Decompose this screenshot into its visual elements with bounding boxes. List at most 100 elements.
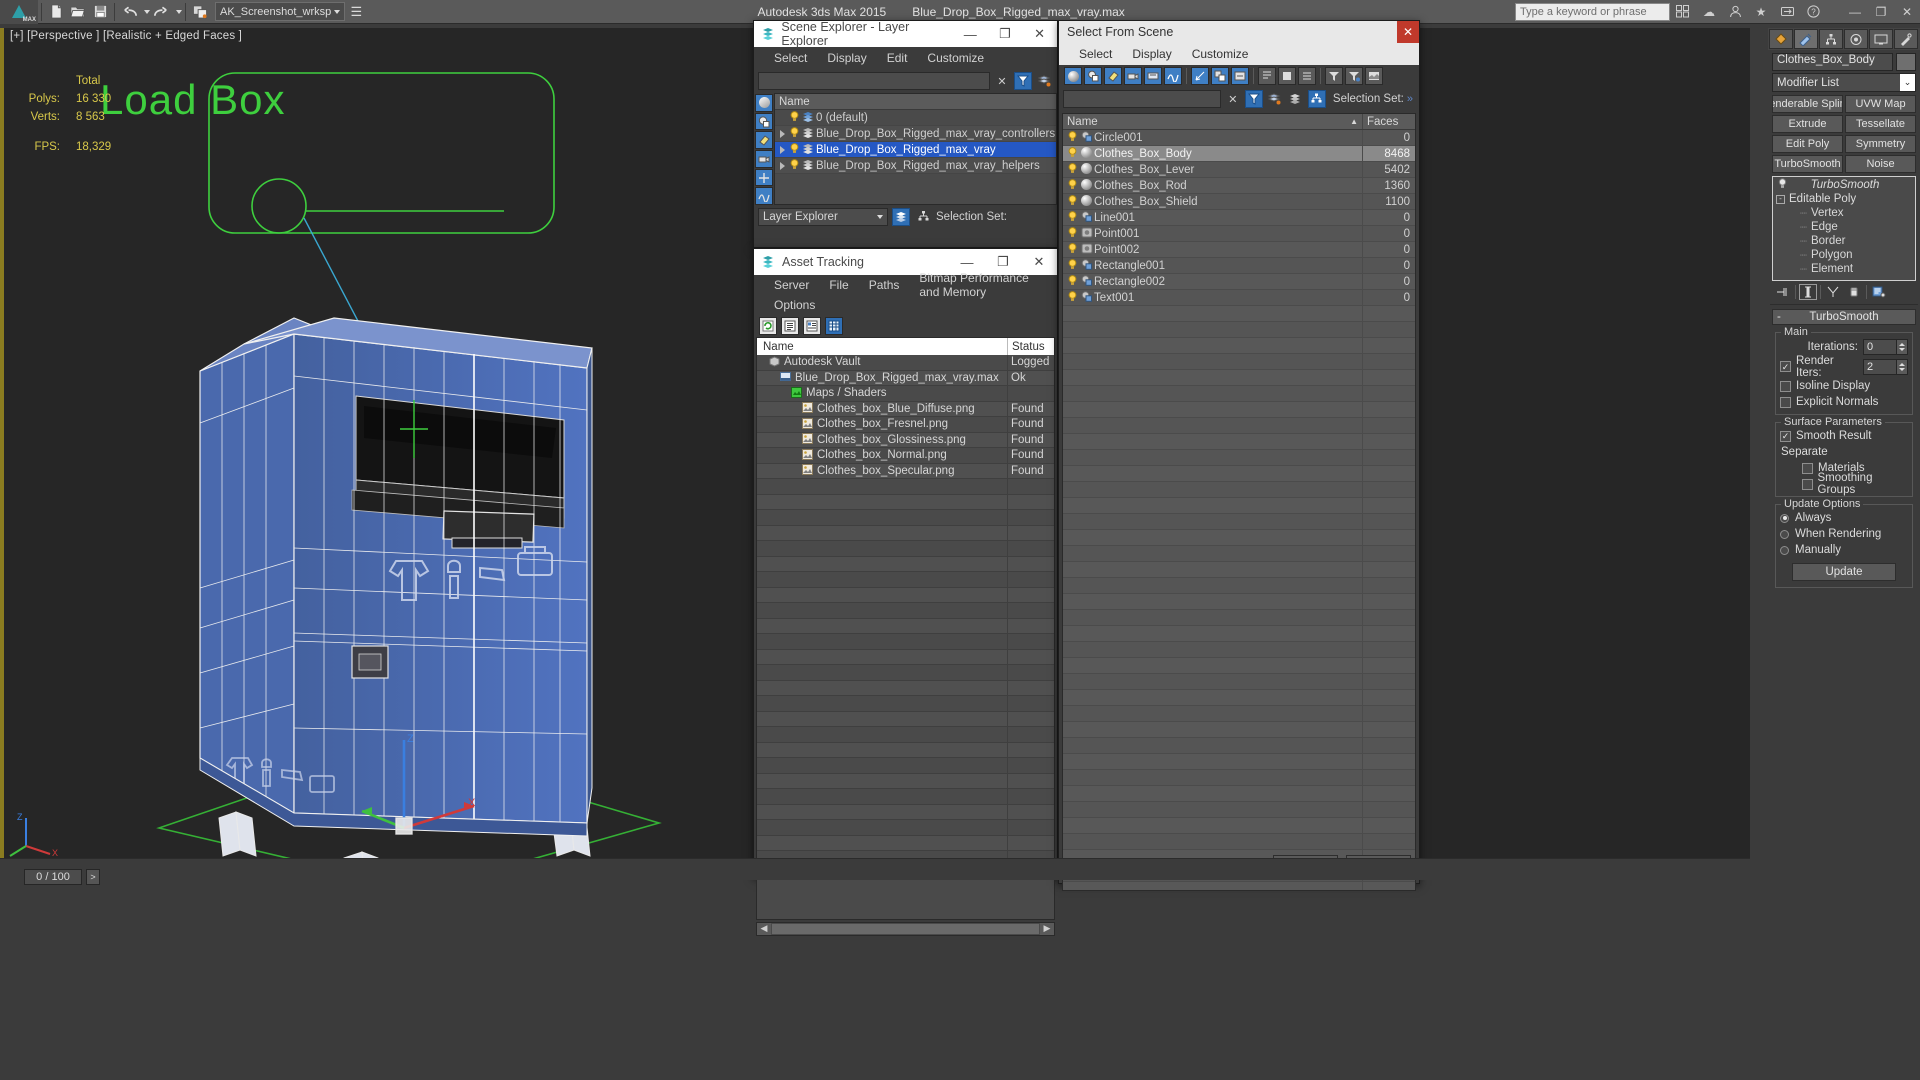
object-visibility-icon[interactable] <box>1066 258 1079 273</box>
clear-search-icon[interactable]: ✕ <box>993 72 1011 90</box>
sfs-filter-settings-icon[interactable] <box>1345 67 1363 85</box>
scene-explorer-titlebar[interactable]: Scene Explorer - Layer Explorer — ❐ ✕ <box>754 20 1057 48</box>
scene-explorer-window[interactable]: Scene Explorer - Layer Explorer — ❐ ✕ Se… <box>753 20 1058 248</box>
layer-row[interactable]: Blue_Drop_Box_Rigged_max_vray <box>775 142 1056 158</box>
modifier-stack-entry[interactable]: ┈ Polygon <box>1774 248 1914 262</box>
scroll-thumb[interactable] <box>772 924 1039 934</box>
sfs-filter-groups-icon[interactable] <box>1211 67 1229 85</box>
modifier-button-tessellate[interactable]: Tessellate <box>1845 115 1916 133</box>
modifier-stack-entry[interactable]: ┈ Vertex <box>1774 206 1914 220</box>
current-frame-value[interactable]: 0 / 100 <box>24 869 82 885</box>
object-visibility-icon[interactable] <box>1066 130 1079 145</box>
menu-file[interactable]: File <box>819 276 858 294</box>
detail-view-icon[interactable] <box>803 317 821 335</box>
render-iters-spinner[interactable]: 2 <box>1863 358 1908 375</box>
grid-icon[interactable] <box>1670 0 1696 24</box>
radio-button[interactable] <box>1780 513 1789 523</box>
sfs-display-children-icon[interactable] <box>1258 67 1276 85</box>
modifier-button-symmetry[interactable]: Symmetry <box>1845 135 1916 153</box>
smooth-result-checkbox[interactable]: ✓ <box>1780 430 1791 442</box>
scene-object-row[interactable]: Circle001 0 <box>1063 130 1415 146</box>
layer-visibility-icon[interactable] <box>788 158 801 173</box>
sfs-filter-geometry-icon[interactable] <box>1064 67 1082 85</box>
asset-row[interactable]: Clothes_box_Fresnel.png Found <box>757 417 1054 433</box>
sfs-col-faces[interactable]: Faces <box>1363 114 1415 129</box>
sfs-display-influences-icon[interactable] <box>1278 67 1296 85</box>
viewport-label[interactable]: [+] [Perspective ] [Realistic + Edged Fa… <box>10 30 242 42</box>
modifier-button-uvw-map[interactable]: UVW Map <box>1845 95 1916 113</box>
render-iters-stepper[interactable] <box>1897 358 1908 375</box>
search-input[interactable]: Type a keyword or phrase <box>1515 2 1670 21</box>
update-option-manually[interactable]: Manually <box>1780 542 1908 558</box>
update-button[interactable]: Update <box>1792 563 1896 581</box>
minimize-window-button[interactable]: — <box>1842 0 1868 24</box>
scene-explorer-close-button[interactable]: ✕ <box>1022 21 1057 47</box>
remove-modifier-icon[interactable] <box>1845 284 1863 300</box>
expand-arrow-icon[interactable] <box>780 129 785 138</box>
new-file-icon[interactable] <box>45 1 67 23</box>
modifier-button-extrude[interactable]: Extrude <box>1772 115 1843 133</box>
undo-icon[interactable] <box>118 1 140 23</box>
explicit-normals-row[interactable]: Explicit Normals <box>1780 394 1908 410</box>
star-icon[interactable]: ★ <box>1748 0 1774 24</box>
object-color-swatch[interactable] <box>1896 53 1916 71</box>
tab-motion[interactable] <box>1844 29 1868 49</box>
asset-horizontal-scrollbar[interactable]: ◀ ▶ <box>756 922 1055 936</box>
sfs-filter-lights-icon[interactable] <box>1104 67 1122 85</box>
asset-row[interactable]: Maps / Shaders <box>757 386 1054 402</box>
layer-row[interactable]: Blue_Drop_Box_Rigged_max_vray_helpers <box>775 158 1056 174</box>
modifier-stack-entry[interactable]: - Editable Poly <box>1774 192 1914 206</box>
filter-geometry-icon[interactable] <box>755 94 773 112</box>
open-file-icon[interactable] <box>67 1 89 23</box>
tab-modify[interactable] <box>1794 29 1818 49</box>
save-file-icon[interactable] <box>89 1 111 23</box>
sfs-menu-display[interactable]: Display <box>1122 45 1181 63</box>
scene-object-row[interactable]: Clothes_Box_Rod 1360 <box>1063 178 1415 194</box>
filter-helpers-icon[interactable] <box>755 168 773 187</box>
select-from-scene-table[interactable]: Name ▲ Faces Circle001 0 Clothes_Box_Body 8… <box>1062 113 1416 891</box>
modifier-stack-entry[interactable]: TurboSmooth <box>1774 178 1914 192</box>
expand-arrow-icon[interactable] <box>780 161 785 170</box>
update-option-always[interactable]: Always <box>1780 510 1908 526</box>
layer-row[interactable]: Blue_Drop_Box_Rigged_max_vray_controller… <box>775 126 1056 142</box>
filter-lights-icon[interactable] <box>755 131 773 150</box>
maximize-window-button[interactable]: ❐ <box>1868 0 1894 24</box>
sfs-overflow-icon[interactable]: » <box>1407 93 1415 105</box>
select-from-scene-titlebar[interactable]: Select From Scene ✕ <box>1059 21 1419 43</box>
scroll-right-icon[interactable]: ▶ <box>1040 923 1054 935</box>
scene-explorer-maximize-button[interactable]: ❐ <box>988 21 1023 47</box>
sfs-menu-customize[interactable]: Customize <box>1182 45 1259 63</box>
modifier-stack-entry[interactable]: ┈ Edge <box>1774 220 1914 234</box>
object-visibility-icon[interactable] <box>1066 146 1079 161</box>
modifier-button-edit-poly[interactable]: Edit Poly <box>1772 135 1843 153</box>
separate-materials-checkbox[interactable] <box>1802 462 1813 474</box>
object-visibility-icon[interactable] <box>1066 274 1079 289</box>
modifier-stack-entry[interactable]: ┈ Element <box>1774 262 1914 276</box>
sfs-color-icon[interactable] <box>1365 67 1383 85</box>
select-from-scene-dialog[interactable]: Select From Scene ✕ Select Display Custo… <box>1058 20 1420 891</box>
modifier-button-enderable-splin[interactable]: enderable Splin <box>1772 95 1843 113</box>
filter-shapes-icon[interactable] <box>755 112 773 131</box>
isoline-display-row[interactable]: Isoline Display <box>1780 378 1908 394</box>
asset-row[interactable]: Clothes_box_Normal.png Found <box>757 448 1054 464</box>
hierarchy-toggle-icon[interactable] <box>914 208 932 226</box>
iterations-spinner[interactable]: 0 <box>1863 338 1908 355</box>
object-visibility-icon[interactable] <box>1066 210 1079 225</box>
menu-options[interactable]: Options <box>764 296 825 314</box>
sfs-filter-cameras-icon[interactable] <box>1124 67 1142 85</box>
modifier-stack-entry[interactable]: ┈ Border <box>1774 234 1914 248</box>
scene-object-row[interactable]: Point001 0 <box>1063 226 1415 242</box>
isoline-display-checkbox[interactable] <box>1780 380 1791 392</box>
sfs-filter-bones-icon[interactable] <box>1191 67 1209 85</box>
lightbulb-toggle-icon[interactable] <box>1778 178 1787 192</box>
sfs-filter-icon[interactable] <box>1244 90 1263 108</box>
redo-dropdown-icon[interactable] <box>172 1 182 23</box>
modifier-button-noise[interactable]: Noise <box>1845 155 1916 173</box>
configure-sets-icon[interactable] <box>1870 284 1888 300</box>
max-logo-icon[interactable]: MAX <box>0 0 38 24</box>
render-iters-checkbox[interactable]: ✓ <box>1780 361 1791 372</box>
asset-row[interactable]: Clothes_box_Specular.png Found <box>757 463 1054 479</box>
object-visibility-icon[interactable] <box>1066 178 1079 193</box>
asset-row[interactable]: Clothes_box_Blue_Diffuse.png Found <box>757 401 1054 417</box>
redo-icon[interactable] <box>150 1 172 23</box>
